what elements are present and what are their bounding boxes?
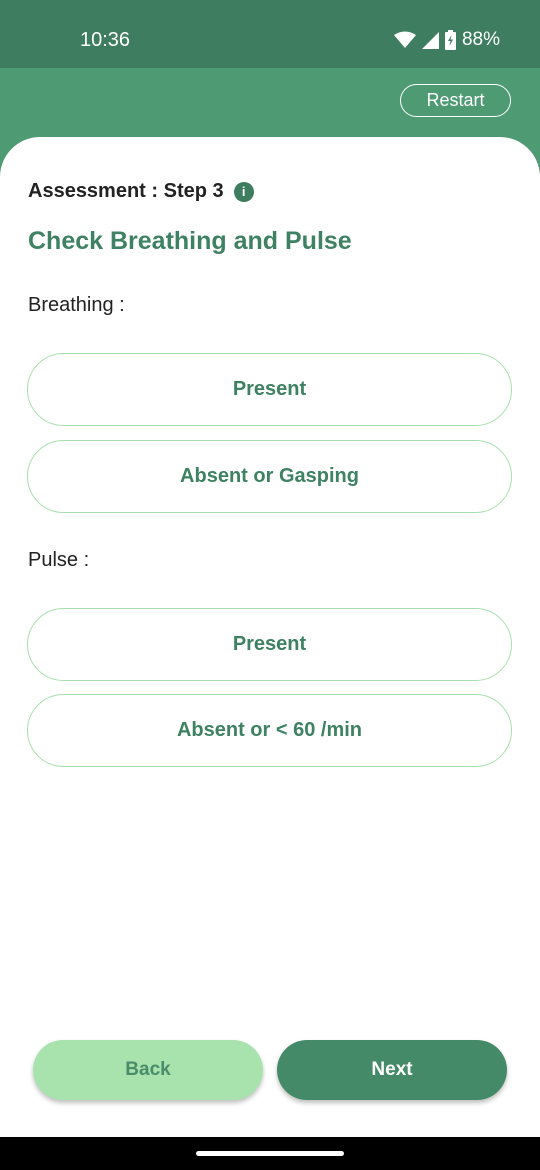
info-icon[interactable]: i bbox=[233, 181, 254, 202]
signal-icon bbox=[421, 31, 439, 49]
step-row: Assessment : Step 3 i bbox=[28, 180, 254, 203]
status-icons: 88% bbox=[393, 29, 500, 51]
pulse-label: Pulse : bbox=[28, 549, 90, 571]
step-label: Assessment : Step 3 bbox=[28, 180, 224, 202]
status-time: 10:36 bbox=[80, 29, 131, 51]
breathing-absent-button[interactable]: Absent or Gasping bbox=[27, 440, 512, 513]
page-title: Check Breathing and Pulse bbox=[28, 227, 352, 255]
wifi-icon bbox=[393, 31, 416, 49]
breathing-label: Breathing : bbox=[28, 294, 125, 316]
battery-percent: 88% bbox=[461, 29, 500, 50]
next-button[interactable]: Next bbox=[277, 1040, 507, 1100]
pulse-present-button[interactable]: Present bbox=[27, 608, 512, 681]
battery-charging-icon bbox=[444, 30, 456, 50]
pulse-absent-button[interactable]: Absent or < 60 /min bbox=[27, 694, 512, 767]
restart-button[interactable]: Restart bbox=[400, 84, 511, 117]
breathing-present-button[interactable]: Present bbox=[27, 353, 512, 426]
home-indicator[interactable] bbox=[196, 1151, 344, 1156]
back-button[interactable]: Back bbox=[33, 1040, 263, 1100]
status-bar: 10:36 88% bbox=[0, 0, 540, 68]
